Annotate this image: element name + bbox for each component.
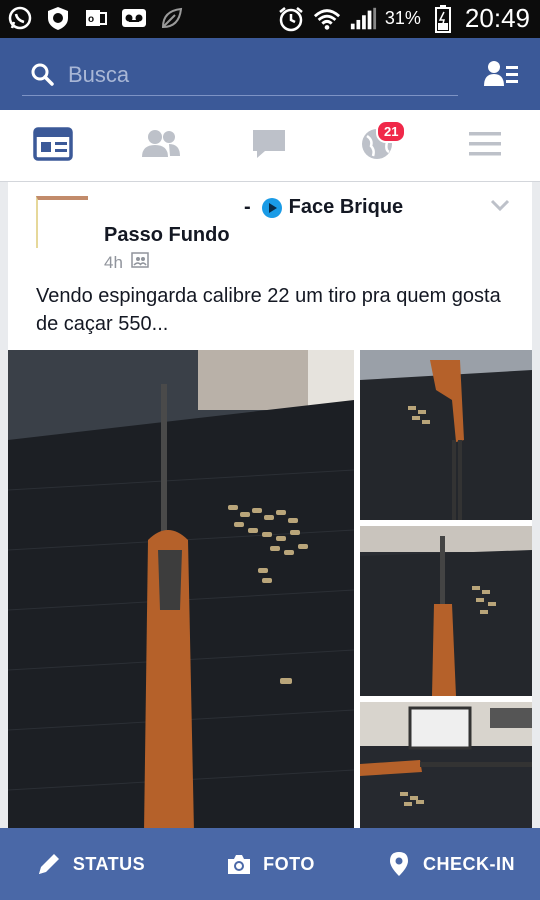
wifi-icon [313, 5, 341, 33]
search-field[interactable] [22, 54, 458, 96]
more-menu-icon [467, 129, 503, 164]
search-icon [28, 60, 58, 90]
notifications-badge: 21 [376, 120, 407, 143]
tab-bar: 21 [0, 110, 540, 182]
battery-icon [429, 4, 457, 33]
tab-more[interactable] [462, 124, 508, 168]
voicemail-icon [120, 4, 148, 32]
signal-icon [349, 5, 377, 33]
shield-icon [44, 4, 72, 32]
header-separator: - [244, 196, 251, 218]
photo-label: FOTO [263, 853, 315, 874]
tab-messages[interactable] [246, 124, 292, 168]
tab-news-feed[interactable] [30, 124, 76, 168]
svg-text:o: o [88, 14, 94, 25]
clock: 20:49 [464, 3, 530, 33]
outlook-icon: o [82, 4, 110, 32]
pencil-icon [35, 850, 63, 878]
avatar[interactable] [36, 196, 88, 248]
post-photo-thumb-3[interactable] [360, 702, 532, 832]
post-text: Vendo espingarda calibre 22 um tiro pra … [36, 285, 501, 335]
post-photo-thumb-2[interactable] [360, 526, 532, 696]
status-bar: o 31% 20:49 [0, 0, 540, 38]
alarm-icon [277, 5, 305, 33]
tab-friend-requests[interactable] [138, 124, 184, 168]
post-time[interactable]: 4h [104, 253, 123, 273]
checkin-label: CHECK-IN [423, 853, 515, 874]
leaf-icon [158, 4, 186, 32]
checkin-button[interactable]: CHECK-IN [360, 828, 540, 900]
photo-button[interactable]: FOTO [180, 828, 360, 900]
whatsapp-icon [6, 4, 34, 32]
play-icon [261, 197, 283, 219]
messages-icon [251, 127, 287, 166]
post-card: - Face Brique Passo Fundo 4h Vendo espin… [8, 182, 532, 832]
status-label: STATUS [72, 853, 146, 874]
friend-requests-icon [141, 127, 181, 166]
status-button[interactable]: STATUS [0, 828, 180, 900]
post-photo-main[interactable] [8, 350, 354, 832]
friends-list-icon[interactable] [484, 58, 520, 90]
location-pin-icon [385, 850, 413, 878]
post-header: - Face Brique [244, 196, 403, 219]
tab-notifications[interactable]: 21 [354, 120, 407, 168]
news-feed-icon [33, 126, 73, 166]
chevron-down-icon[interactable] [490, 198, 510, 212]
search-input[interactable] [68, 61, 448, 88]
group-name-link[interactable]: Passo Fundo [104, 224, 230, 247]
camera-icon [225, 850, 253, 878]
audience-icon [131, 252, 149, 273]
composer-bar: STATUS FOTO CHECK-IN [0, 828, 540, 900]
post-meta: 4h [104, 252, 149, 273]
page-name-link[interactable]: Face Brique [289, 196, 403, 219]
battery-percent: 31% [384, 8, 421, 28]
top-search-bar [0, 38, 540, 110]
post-photo-thumb-1[interactable] [360, 350, 532, 520]
